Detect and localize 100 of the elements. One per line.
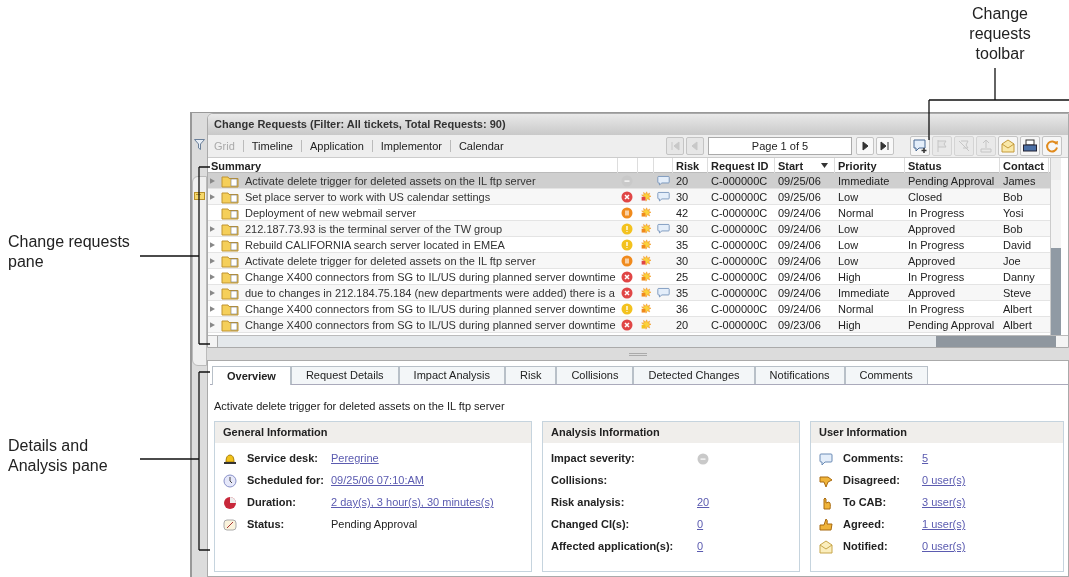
summary-cell-text: Deployment of new webmail server	[244, 205, 418, 220]
pager-last-button[interactable]	[876, 137, 894, 155]
expand-arrow-icon[interactable]	[210, 272, 215, 281]
expand-arrow-icon[interactable]	[210, 224, 215, 233]
expand-arrow-icon[interactable]	[210, 304, 215, 313]
table-row[interactable]: Set place server to work with US calendar settings 30 C-000000C 09/25/06 Low Closed Bob	[208, 189, 1050, 205]
table-cell-text: C-000000C	[710, 301, 769, 316]
summary-cell-text: Change X400 connectors from SG to IL/US during planned server downtime	[244, 317, 617, 332]
table-cell-text: 09/24/06	[777, 237, 822, 252]
table-row[interactable]: Deployment of new webmail server 42 C-000000C 09/24/06 Normal In Progress Yosi	[208, 205, 1050, 221]
table-cell-text: High	[837, 269, 862, 284]
table-row[interactable]: Activate delete trigger for deleted assets on the IL ftp server 20 C-000000C 09/25/06 Immediate Pending Approval James	[208, 173, 1050, 189]
tab[interactable]: Request Details	[290, 366, 399, 384]
folder-document-icon	[221, 285, 239, 300]
value-link[interactable]: 3 user(s)	[922, 494, 966, 511]
table-cell-text: Low	[837, 237, 860, 252]
table-row[interactable]: Change X400 connectors from SG to IL/US during planned server downtime 25 C-000000C 09/24/06 High In Progress Danny	[208, 269, 1050, 285]
add-comment-icon	[912, 138, 928, 154]
tab[interactable]: Comments	[844, 366, 928, 384]
field-label: Disagreed:	[843, 473, 901, 489]
splitter-handle[interactable]	[629, 352, 647, 356]
table-cell-text: 09/23/06	[777, 317, 822, 332]
pane-title: Change Requests (Filter: All tickets, Total Requests: 90)	[214, 117, 506, 133]
table-cell-text: In Progress	[907, 269, 966, 284]
table-cell-text: Pending Approval	[907, 173, 996, 188]
table-cell-text: Normal	[837, 205, 875, 220]
table-cell-text: David	[1002, 237, 1033, 252]
value-link[interactable]: 5	[922, 450, 929, 467]
flag-icon	[934, 138, 950, 154]
table-cell-text: C-000000C	[710, 205, 769, 220]
value-link[interactable]: 0	[697, 516, 704, 533]
table-cell-text: Danny	[1002, 269, 1036, 284]
pager-next-button[interactable]	[856, 137, 874, 155]
value-link[interactable]: 0	[697, 538, 704, 555]
table-cell-text: 09/25/06	[777, 173, 822, 188]
field-label: Agreed:	[843, 517, 886, 533]
expand-arrow-icon[interactable]	[210, 240, 215, 249]
table-cell-text: Joe	[1002, 253, 1022, 268]
table-cell-text: 09/24/06	[777, 221, 822, 236]
folder-document-icon	[221, 237, 239, 252]
value-link[interactable]: 0 user(s)	[922, 538, 966, 555]
skip-arrow-icon	[878, 139, 892, 153]
tab[interactable]: Impact Analysis	[398, 366, 505, 384]
tab[interactable]: Detected Changes	[633, 366, 755, 384]
table-row[interactable]: Change X400 connectors from SG to IL/US during planned server downtime 20 C-000000C 09/23/06 High Pending Approval Albert	[208, 317, 1050, 333]
field-label: Affected application(s):	[551, 539, 675, 555]
folder-document-icon	[221, 205, 239, 220]
summary-cell-text: Set place server to work with US calendar settings	[244, 189, 492, 204]
toolbar-button[interactable]	[910, 136, 930, 156]
field-value: Pending Approval	[331, 517, 418, 533]
horizontal-scrollbar[interactable]	[208, 335, 1068, 347]
expand-arrow-icon[interactable]	[210, 320, 215, 329]
toolbar-button[interactable]	[1020, 136, 1040, 156]
expand-arrow-icon[interactable]	[210, 192, 215, 201]
table-row[interactable]: Rebuild CALIFORNIA search server located in EMEA 35 C-000000C 09/24/06 Low In Progress David	[208, 237, 1050, 253]
view-tab[interactable]: Timeline	[251, 137, 293, 155]
field-label: Comments:	[843, 451, 905, 467]
tab[interactable]: Collisions	[556, 366, 634, 384]
table-cell-text: Albert	[1002, 317, 1033, 332]
value-link[interactable]: 0 user(s)	[922, 472, 966, 489]
tab[interactable]: Risk	[505, 366, 557, 384]
field-label: Collisions:	[551, 473, 609, 489]
filter-icon[interactable]	[194, 139, 205, 150]
skip-arrow-icon	[668, 139, 682, 153]
table-cell-text: Immediate	[837, 285, 891, 300]
view-tab[interactable]: Application	[309, 137, 364, 155]
value-link[interactable]: 1 user(s)	[922, 516, 966, 533]
view-tab[interactable]: Calendar	[458, 137, 504, 155]
table-cell-text: Low	[837, 253, 860, 268]
envelope-icon	[1000, 138, 1016, 154]
tab[interactable]: Overview	[212, 366, 291, 385]
view-tab[interactable]: Implementor	[380, 137, 442, 155]
expand-arrow-icon[interactable]	[210, 256, 215, 265]
value-link[interactable]: 20	[697, 494, 710, 511]
tab[interactable]: Notifications	[754, 366, 845, 384]
table-cell-text: 36	[675, 301, 690, 316]
table-row[interactable]: Change X400 connectors from SG to IL/US during planned server downtime 36 C-000000C 09/24/06 Normal In Progress Albert	[208, 301, 1050, 317]
sort-arrow-icon	[821, 163, 828, 168]
summary-cell-text: Change X400 connectors from SG to IL/US during planned server downtime	[244, 269, 617, 284]
summary-cell-text: due to changes in 212.184.75.184 (new departments were added) there is a	[244, 285, 616, 300]
field-label: Status:	[247, 517, 286, 533]
vertical-scrollbar[interactable]	[1050, 158, 1061, 335]
table-row[interactable]: Activate delete trigger for deleted assets on the IL ftp server 30 C-000000C 09/24/06 Low Approved Joe	[208, 253, 1050, 269]
page-field[interactable]: Page 1 of 5	[708, 137, 852, 155]
table-cell-text: In Progress	[907, 301, 966, 316]
printer-icon	[1022, 138, 1038, 154]
expand-arrow-icon[interactable]	[210, 288, 215, 297]
value-link[interactable]: 2 day(s), 3 hour(s), 30 minutes(s)	[331, 494, 494, 511]
folder-document-icon	[221, 253, 239, 268]
expand-arrow-icon[interactable]	[210, 176, 215, 185]
value-link[interactable]: Peregrine	[331, 450, 379, 467]
table-cell-text: 09/24/06	[777, 301, 822, 316]
table-cell-text: 35	[675, 285, 690, 300]
field-label: To CAB:	[843, 495, 888, 511]
table-row[interactable]: 212.187.73.93 is the terminal server of the TW group 30 C-000000C 09/24/06 Low Approved Bob	[208, 221, 1050, 237]
table-row[interactable]: due to changes in 212.184.75.184 (new departments were added) there is a 35 C-000000C 09/24/06 Immediate Approved Steve	[208, 285, 1050, 301]
folder-document-icon	[221, 269, 239, 284]
summary-cell-text: 212.187.73.93 is the terminal server of the TW group	[244, 221, 504, 236]
value-link[interactable]: 09/25/06 07:10:AM	[331, 472, 424, 489]
table-cell-text: 42	[675, 205, 690, 220]
